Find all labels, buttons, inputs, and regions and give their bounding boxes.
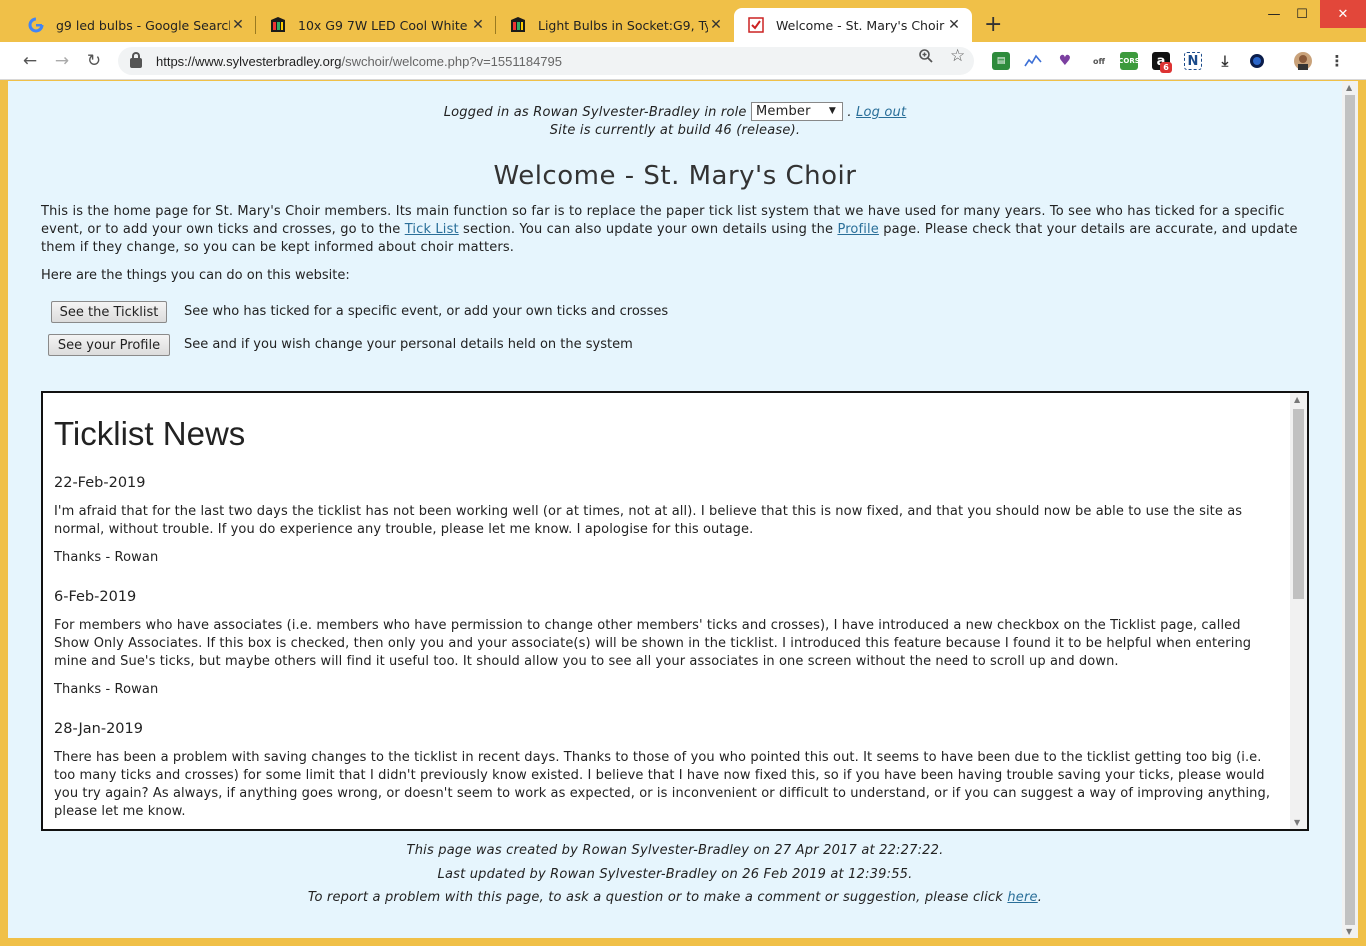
- ticklist-description: See who has ticked for a specific event,…: [184, 304, 669, 319]
- back-icon[interactable]: ←: [20, 51, 40, 71]
- close-window-icon[interactable]: ✕: [1320, 0, 1366, 28]
- scroll-up-icon[interactable]: ▲: [1294, 395, 1300, 404]
- close-tab-icon[interactable]: ✕: [230, 17, 246, 33]
- scroll-down-icon[interactable]: ▼: [1346, 927, 1352, 936]
- tab-title: Welcome - St. Mary's Choir: [776, 17, 945, 33]
- forward-icon[interactable]: →: [52, 51, 72, 71]
- google-icon: [28, 17, 44, 33]
- news-signoff: Thanks - Rowan: [54, 550, 159, 565]
- build-info: Site is currently at build 46 (release).: [549, 123, 801, 138]
- extension-cors-icon[interactable]: CORS: [1118, 52, 1140, 70]
- news-heading: Ticklist News: [54, 415, 246, 452]
- created-info: This page was created by Rowan Sylvester…: [406, 843, 944, 858]
- news-body: There has been a problem with saving cha…: [54, 750, 1271, 819]
- bookmark-star-icon[interactable]: ☆: [950, 46, 965, 66]
- extension-heart-icon[interactable]: ♥: [1056, 52, 1074, 70]
- new-tab-button[interactable]: +: [984, 14, 1002, 36]
- scroll-down-icon[interactable]: ▼: [1294, 818, 1300, 827]
- news-signoff: Thanks - Rowan: [54, 682, 159, 697]
- scrollbar-thumb[interactable]: [1345, 95, 1355, 925]
- tab-light-bulbs[interactable]: Light Bulbs in Socket:G9, Type:LE ✕: [496, 8, 734, 42]
- news-body: For members who have associates (i.e. me…: [54, 618, 1252, 669]
- role-select[interactable]: Member ▼: [750, 102, 843, 121]
- profile-description: See and if you wish change your personal…: [184, 337, 633, 352]
- close-tab-icon[interactable]: ✕: [946, 17, 962, 33]
- news-body: I'm afraid that for the last two days th…: [54, 504, 1243, 537]
- ticklist-news-panel[interactable]: Ticklist News 22-Feb-2019 I'm afraid tha…: [41, 391, 1309, 831]
- extension-circle-icon[interactable]: [1248, 52, 1266, 70]
- login-status: Logged in as Rowan Sylvester-Bradley in …: [443, 102, 907, 121]
- extension-chart-icon[interactable]: [1024, 52, 1042, 70]
- see-ticklist-button[interactable]: See the Ticklist: [51, 301, 167, 323]
- news-date: 6-Feb-2019: [54, 589, 137, 605]
- page-title: Welcome - St. Mary's Choir: [493, 161, 857, 191]
- browser-toolbar: ← → ↻ https://www.sylvesterbradley.org/s…: [0, 42, 1366, 80]
- see-profile-button[interactable]: See your Profile: [48, 334, 170, 356]
- profile-link[interactable]: Profile: [837, 222, 878, 237]
- ticklist-link[interactable]: Tick List: [405, 222, 459, 237]
- download-icon[interactable]: ⤓: [1216, 52, 1234, 70]
- extension-off-icon[interactable]: off: [1090, 52, 1108, 70]
- menu-kebab-icon[interactable]: ⋮: [1328, 52, 1346, 70]
- tab-title: Light Bulbs in Socket:G9, Type:LE: [538, 17, 708, 33]
- close-tab-icon[interactable]: ✕: [708, 17, 724, 33]
- chevron-down-icon: ▼: [828, 106, 836, 116]
- extension-sheet-icon[interactable]: ▤: [992, 52, 1010, 70]
- shop-icon: [510, 17, 526, 33]
- page-scrollbar[interactable]: ▲ ▼: [1342, 81, 1358, 938]
- intro-text: This is the home page for St. Mary's Cho…: [41, 204, 1298, 255]
- profile-avatar[interactable]: [1294, 52, 1312, 70]
- tab-title: 10x G9 7W LED Cool White Non: [298, 17, 470, 33]
- tab-title: g9 led bulbs - Google Search: [56, 17, 230, 33]
- shop-icon: [270, 17, 286, 33]
- url-text: https://www.sylvesterbradley.org/swchoir…: [156, 53, 562, 69]
- updated-info: Last updated by Rowan Sylvester-Bradley …: [437, 867, 913, 882]
- report-info: To report a problem with this page, to a…: [307, 890, 1043, 905]
- things-heading: Here are the things you can do on this w…: [41, 268, 350, 283]
- news-date: 22-Feb-2019: [54, 475, 146, 491]
- news-date: 28-Jan-2019: [54, 721, 143, 737]
- page-viewport: Logged in as Rowan Sylvester-Bradley in …: [8, 81, 1342, 938]
- tab-st-marys-choir[interactable]: Welcome - St. Mary's Choir ✕: [734, 8, 972, 42]
- close-tab-icon[interactable]: ✕: [470, 17, 486, 33]
- tab-led-bulbs[interactable]: 10x G9 7W LED Cool White Non ✕: [256, 8, 496, 42]
- logout-separator: .: [847, 105, 852, 120]
- report-here-link[interactable]: here: [1007, 890, 1037, 905]
- scrollbar-thumb[interactable]: [1293, 409, 1304, 599]
- extension-n-icon[interactable]: N: [1184, 52, 1202, 70]
- zoom-icon[interactable]: [918, 48, 934, 68]
- lock-icon: [130, 52, 142, 68]
- extension-badge: 6: [1160, 62, 1172, 73]
- news-scrollbar[interactable]: ▲ ▼: [1290, 393, 1307, 829]
- tick-icon: [748, 17, 764, 33]
- tab-strip: g9 led bulbs - Google Search ✕ 10x G9 7W…: [0, 0, 1366, 42]
- tab-google-search[interactable]: g9 led bulbs - Google Search ✕: [14, 8, 256, 42]
- maximize-icon[interactable]: ☐: [1284, 0, 1320, 28]
- logout-link[interactable]: Log out: [856, 105, 906, 120]
- reload-icon[interactable]: ↻: [84, 51, 104, 71]
- scroll-up-icon[interactable]: ▲: [1346, 83, 1352, 92]
- address-bar[interactable]: https://www.sylvesterbradley.org/swchoir…: [118, 47, 974, 75]
